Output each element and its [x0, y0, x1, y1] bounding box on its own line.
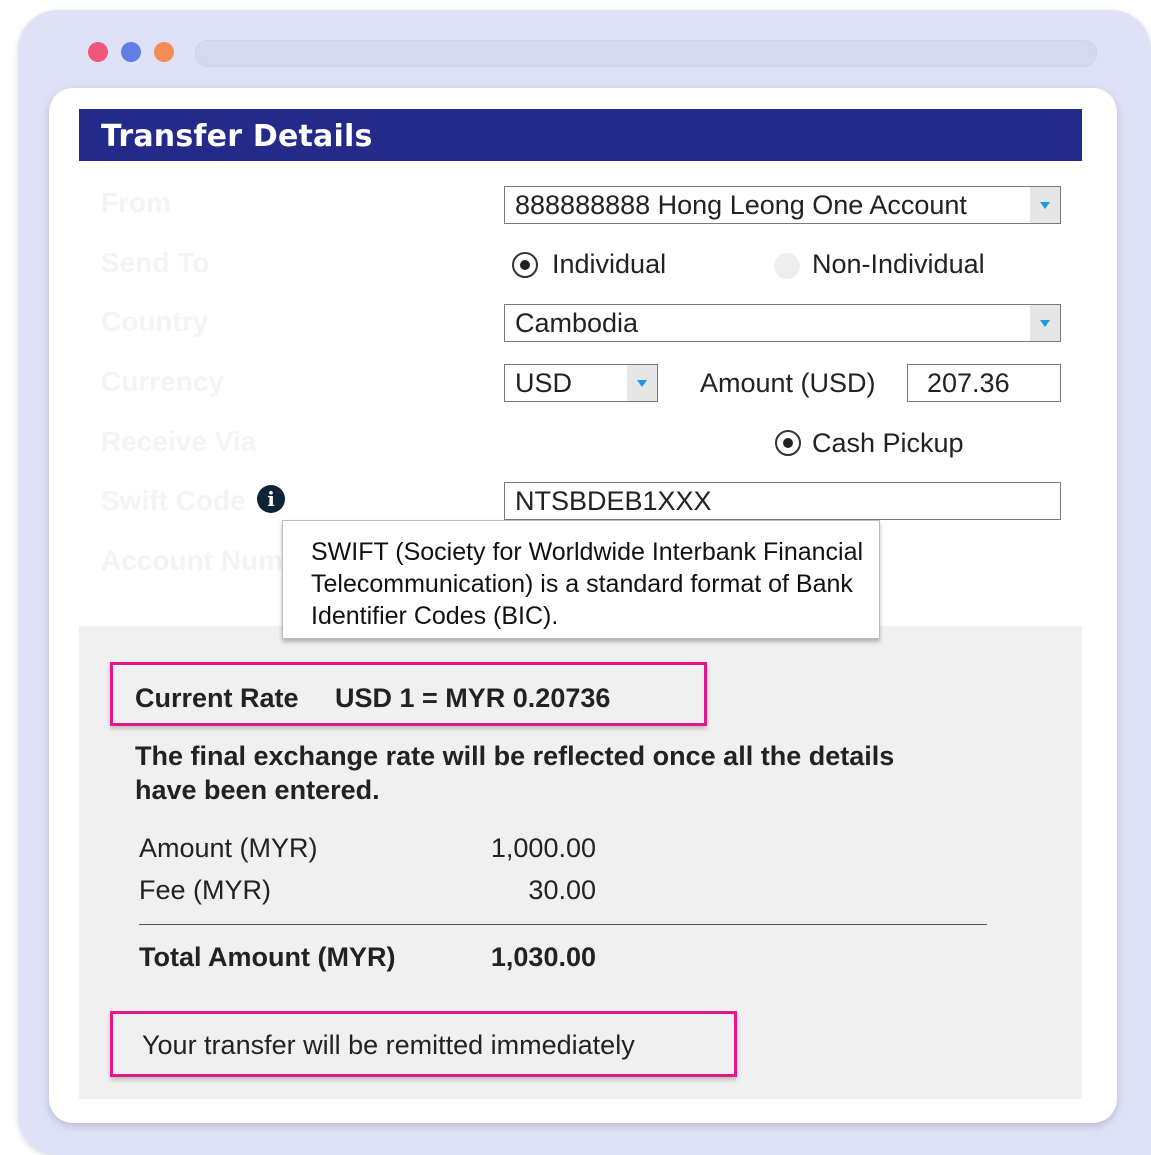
chevron-down-icon[interactable] [1030, 305, 1060, 341]
non-individual-radio-label: Non-Individual [812, 249, 985, 279]
divider [139, 924, 987, 925]
receive-via-label: Receive Via [101, 426, 257, 457]
country-label: Country [101, 306, 209, 337]
current-rate-value: USD 1 = MYR 0.20736 [335, 683, 611, 713]
chevron-down-icon[interactable] [627, 365, 657, 401]
individual-radio[interactable] [512, 252, 538, 278]
address-bar[interactable] [195, 40, 1097, 67]
country-select[interactable]: Cambodia [504, 304, 1061, 342]
exchange-rate-note: The final exchange rate will be reflecte… [135, 741, 895, 805]
send-to-label: Send To [101, 247, 210, 278]
info-icon[interactable]: i [257, 485, 285, 513]
tooltip-text: SWIFT (Society for Worldwide Interbank F… [311, 538, 864, 630]
swift-code-label: Swift Code [101, 485, 246, 516]
window-close-dot[interactable] [88, 42, 108, 62]
non-individual-radio[interactable] [774, 253, 800, 279]
amount-myr-value: 1,000.00 [490, 833, 596, 863]
account-number-label: Account Num [101, 545, 283, 576]
amount-usd-input[interactable]: 207.36 [907, 364, 1061, 402]
from-account-select[interactable]: 888888888 Hong Leong One Account [504, 186, 1061, 224]
page-title: Transfer Details [101, 119, 373, 154]
total-amount-label: Total Amount (MYR) [139, 942, 396, 972]
window-maximize-dot[interactable] [154, 42, 174, 62]
section-header: Transfer Details [79, 109, 1082, 161]
amount-myr-label: Amount (MYR) [139, 833, 318, 863]
currency-label: Currency [101, 366, 224, 397]
from-account-value: 888888888 Hong Leong One Account [515, 190, 967, 220]
remit-message: Your transfer will be remitted immediate… [142, 1030, 635, 1060]
from-label: From [101, 187, 171, 218]
total-amount-value: 1,030.00 [490, 942, 596, 972]
amount-usd-label: Amount (USD) [700, 368, 876, 398]
currency-select[interactable]: USD [504, 364, 658, 402]
swift-code-input[interactable]: NTSBDEB1XXX [504, 482, 1061, 520]
country-value: Cambodia [515, 308, 639, 338]
fee-myr-label: Fee (MYR) [139, 875, 272, 905]
amount-usd-value: 207.36 [927, 368, 1010, 398]
cash-pickup-radio-label: Cash Pickup [812, 428, 964, 458]
current-rate-label: Current Rate [135, 683, 299, 713]
window-minimize-dot[interactable] [121, 42, 141, 62]
fee-myr-value: 30.00 [528, 875, 596, 905]
cash-pickup-radio[interactable] [775, 430, 801, 456]
swift-tooltip: SWIFT (Society for Worldwide Interbank F… [282, 520, 880, 639]
swift-code-value: NTSBDEB1XXX [515, 486, 712, 516]
individual-radio-label: Individual [552, 249, 667, 279]
currency-value: USD [515, 368, 573, 398]
chevron-down-icon[interactable] [1030, 187, 1060, 223]
